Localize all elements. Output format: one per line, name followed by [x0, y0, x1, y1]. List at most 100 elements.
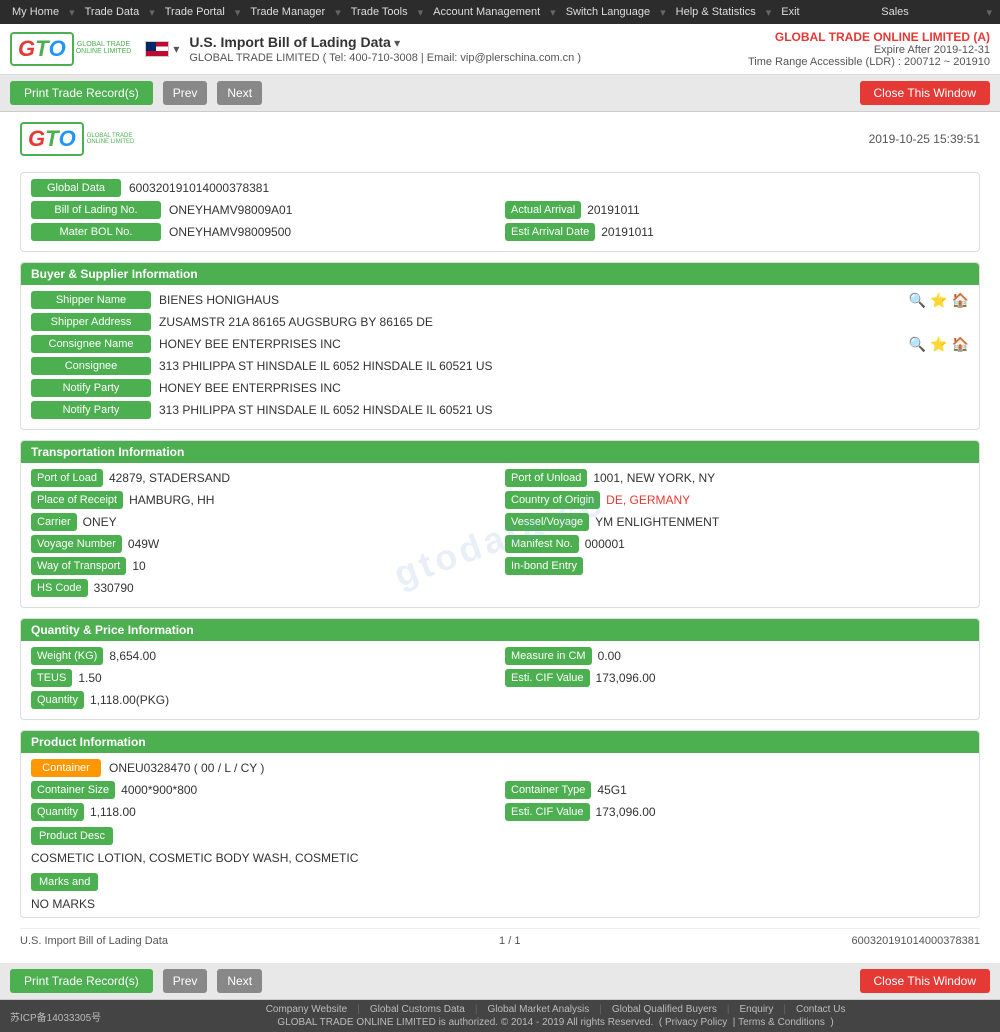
search-icon[interactable]: 🔍	[909, 292, 926, 309]
esti-arrival-label: Esti Arrival Date	[505, 223, 595, 241]
shipper-name-value: BIENES HONIGHAUS	[159, 293, 903, 307]
product-quantity-label: Quantity	[31, 803, 84, 821]
quantity-price-title: Quantity & Price Information	[21, 619, 979, 641]
country-origin-value: DE, GERMANY	[606, 493, 969, 507]
nav-exit[interactable]: Exit	[777, 4, 803, 20]
logo-g: G	[18, 36, 35, 62]
carrier-half: Carrier ONEY	[31, 513, 495, 531]
nav-trade-portal[interactable]: Trade Portal	[161, 4, 229, 20]
footer-company-website[interactable]: Company Website	[266, 1004, 348, 1015]
header-title-area: U.S. Import Bill of Lading Data ▾ GLOBAL…	[189, 34, 581, 64]
measure-label: Measure in CM	[505, 647, 592, 665]
master-bol-label: Mater BOL No.	[31, 223, 161, 241]
footer-global-customs[interactable]: Global Customs Data	[370, 1004, 465, 1015]
inbond-label: In-bond Entry	[505, 557, 583, 575]
nav-trade-tools[interactable]: Trade Tools	[347, 4, 412, 20]
place-receipt-half: Place of Receipt HAMBURG, HH	[31, 491, 495, 509]
buyer-supplier-body: Shipper Name BIENES HONIGHAUS 🔍 ⭐ 🏠 Ship…	[21, 285, 979, 429]
container-value: ONEU0328470 ( 00 / L / CY )	[109, 761, 969, 775]
notify-party-2-value: 313 PHILIPPA ST HINSDALE IL 6052 HINSDAL…	[159, 403, 969, 417]
teus-value: 1.50	[78, 671, 495, 685]
nav-account-management[interactable]: Account Management	[429, 4, 544, 20]
global-data-row: Global Data 600320191014000378381	[31, 179, 969, 197]
doc-footer: U.S. Import Bill of Lading Data 1 / 1 60…	[20, 928, 980, 953]
consignee-label: Consignee	[31, 357, 151, 375]
weight-value: 8,654.00	[109, 649, 495, 663]
logo-area: G T O GLOBAL TRADEONLINE LIMITED	[10, 32, 131, 66]
next-button-bottom[interactable]: Next	[217, 969, 262, 993]
consignee-icons: 🔍 ⭐ 🏠	[909, 336, 969, 353]
esti-arrival-half: Esti Arrival Date 20191011	[505, 223, 969, 241]
nav-sales[interactable]: Sales	[881, 6, 909, 18]
consignee-star-icon[interactable]: ⭐	[930, 336, 947, 353]
shipper-address-label: Shipper Address	[31, 313, 151, 331]
nav-trade-data[interactable]: Trade Data	[81, 4, 144, 20]
nav-my-home[interactable]: My Home	[8, 4, 63, 20]
print-button-bottom[interactable]: Print Trade Record(s)	[10, 969, 153, 993]
action-bar-top: Print Trade Record(s) Prev Next Close Th…	[0, 75, 1000, 112]
product-body: Container ONEU0328470 ( 00 / L / CY ) Co…	[21, 753, 979, 917]
next-button-top[interactable]: Next	[217, 81, 262, 105]
way-transport-half: Way of Transport 10	[31, 557, 495, 575]
container-size-label: Container Size	[31, 781, 115, 799]
consignee-value: 313 PHILIPPA ST HINSDALE IL 6052 HINSDAL…	[159, 359, 969, 373]
quantity-price-body: Weight (KG) 8,654.00 Measure in CM 0.00 …	[21, 641, 979, 719]
manifest-value: 000001	[585, 537, 969, 551]
container-size-value: 4000*900*800	[121, 783, 495, 797]
close-button-top[interactable]: Close This Window	[860, 81, 990, 105]
footer-links: Company Website | Global Customs Data | …	[121, 1004, 990, 1015]
shipper-name-label: Shipper Name	[31, 291, 151, 309]
privacy-policy-link[interactable]: Privacy Policy	[665, 1017, 727, 1028]
footer-global-buyers[interactable]: Global Qualified Buyers	[612, 1004, 717, 1015]
logo-t: T	[35, 36, 48, 62]
marks-value: NO MARKS	[31, 897, 969, 911]
hs-code-label: HS Code	[31, 579, 88, 597]
port-row: Port of Load 42879, STADERSAND Port of U…	[31, 469, 969, 487]
product-quantity-row: Quantity 1,118.00 Esti. CIF Value 173,09…	[31, 803, 969, 821]
global-data-value: 600320191014000378381	[129, 181, 969, 195]
title-dropdown[interactable]: ▾	[394, 36, 400, 50]
doc-footer-left: U.S. Import Bill of Lading Data	[20, 935, 168, 947]
consignee-home-icon[interactable]: 🏠	[952, 336, 969, 353]
prev-button-bottom[interactable]: Prev	[163, 969, 208, 993]
manifest-half: Manifest No. 000001	[505, 535, 969, 553]
header-title: U.S. Import Bill of Lading Data ▾	[189, 34, 581, 50]
footer-contact-us[interactable]: Contact Us	[796, 1004, 845, 1015]
bol-value: ONEYHAMV98009A01	[169, 203, 495, 217]
product-cif-value: 173,096.00	[596, 805, 969, 819]
nav-trade-manager[interactable]: Trade Manager	[246, 4, 329, 20]
terms-link[interactable]: Terms & Conditions	[738, 1017, 825, 1028]
star-icon[interactable]: ⭐	[930, 292, 947, 309]
bol-half: Bill of Lading No. ONEYHAMV98009A01	[31, 201, 495, 219]
home-icon[interactable]: 🏠	[952, 292, 969, 309]
close-button-bottom[interactable]: Close This Window	[860, 969, 990, 993]
voyage-row: Voyage Number 049W Manifest No. 000001	[31, 535, 969, 553]
transport-row: Way of Transport 10 In-bond Entry	[31, 557, 969, 575]
global-data-label: Global Data	[31, 179, 121, 197]
prev-button-top[interactable]: Prev	[163, 81, 208, 105]
footer-global-market[interactable]: Global Market Analysis	[487, 1004, 589, 1015]
doc-logo-t: T	[45, 126, 58, 152]
print-button-top[interactable]: Print Trade Record(s)	[10, 81, 153, 105]
notify-party-2-row: Notify Party 313 PHILIPPA ST HINSDALE IL…	[31, 401, 969, 419]
carrier-row: Carrier ONEY Vessel/Voyage YM ENLIGHTENM…	[31, 513, 969, 531]
container-label: Container	[31, 759, 101, 777]
quantity-value: 1,118.00(PKG)	[90, 693, 969, 707]
shipper-name-row: Shipper Name BIENES HONIGHAUS 🔍 ⭐ 🏠	[31, 291, 969, 309]
language-selector[interactable]: ▾	[173, 42, 179, 56]
place-receipt-value: HAMBURG, HH	[129, 493, 495, 507]
buyer-supplier-section: Buyer & Supplier Information Shipper Nam…	[20, 262, 980, 430]
us-flag	[145, 41, 169, 57]
nav-help-statistics[interactable]: Help & Statistics	[672, 4, 760, 20]
shipper-address-value: ZUSAMSTR 21A 86165 AUGSBURG BY 86165 DE	[159, 315, 969, 329]
weight-half: Weight (KG) 8,654.00	[31, 647, 495, 665]
header-bar: G T O GLOBAL TRADEONLINE LIMITED ▾ U.S. …	[0, 24, 1000, 75]
consignee-search-icon[interactable]: 🔍	[909, 336, 926, 353]
doc-timestamp: 2019-10-25 15:39:51	[869, 132, 980, 146]
doc-header: G T O GLOBAL TRADE ONLINE LIMITED 2019-1…	[20, 122, 980, 162]
nav-switch-language[interactable]: Switch Language	[562, 4, 654, 20]
footer-enquiry[interactable]: Enquiry	[739, 1004, 773, 1015]
cif-half: Esti. CIF Value 173,096.00	[505, 669, 969, 687]
way-transport-label: Way of Transport	[31, 557, 126, 575]
voyage-value: 049W	[128, 537, 495, 551]
